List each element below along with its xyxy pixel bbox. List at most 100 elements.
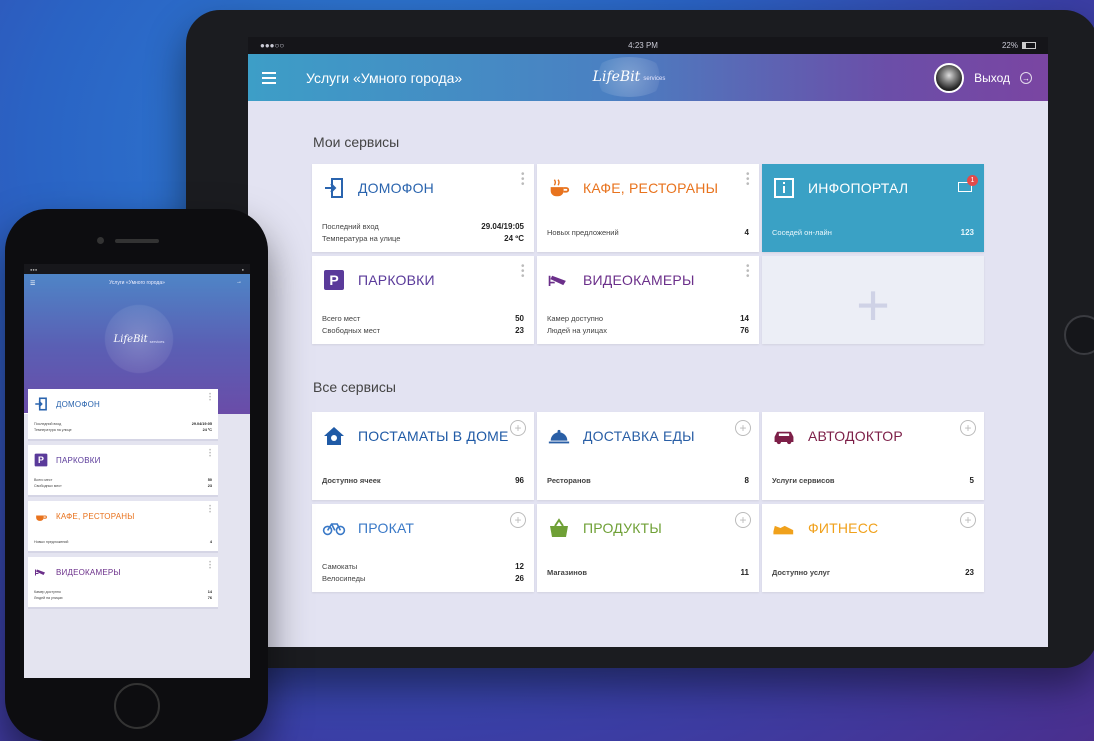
card-row: Температура на улице 24 ºC (322, 233, 524, 243)
phone-device: ●●● ● ☰ Услуги «Умного города» → LifeBit … (5, 209, 268, 741)
phone-card-parking[interactable]: P Парковки • • • Всего мест 50 Свободных ме… (28, 445, 218, 495)
phone-home-button (114, 683, 160, 729)
car-service-icon (772, 424, 796, 448)
hamburger-menu-icon[interactable] (262, 71, 276, 84)
card-row: Ресторанов 8 (547, 475, 749, 485)
add-service-button[interactable]: + (762, 256, 984, 344)
app-bar: Услуги «Умного города» LifeBit services … (248, 54, 1048, 101)
app-title: Услуги «Умного города» (306, 69, 463, 86)
door-icon (34, 397, 48, 411)
service-card-rental[interactable]: Прокат + Самокаты 12 Велосипеды 26 (312, 504, 534, 592)
card-title: Доставка еды (583, 428, 695, 444)
service-card-cameras[interactable]: Видеокамеры • • • Камер доступно 14 Людей н… (537, 256, 759, 344)
phone-speaker (115, 239, 159, 243)
phone-exit-icon[interactable]: → (236, 279, 242, 285)
service-card-products[interactable]: Продукты + Магазинов 11 (537, 504, 759, 592)
more-options-icon[interactable]: • • • (209, 504, 212, 516)
phone-status-bar: ●●● ● (24, 264, 250, 274)
all-services-title: Все сервисы (313, 379, 396, 395)
card-row: Доступно услуг 23 (772, 567, 974, 577)
info-icon (772, 176, 796, 200)
add-circle-icon[interactable]: + (510, 420, 526, 436)
phone-camera (97, 237, 104, 244)
battery-percent: 22% (1001, 41, 1018, 50)
cctv-camera-icon (547, 268, 571, 292)
card-row: Магазинов 11 (547, 567, 749, 577)
card-title: Автодоктор (808, 428, 903, 444)
add-circle-icon[interactable]: + (510, 512, 526, 528)
phone-card-cameras[interactable]: Видеокамеры • • • Камер доступно 14 Людей н… (28, 557, 218, 607)
svg-text:P: P (329, 272, 338, 288)
more-options-icon[interactable]: • • • (209, 448, 212, 460)
sneaker-icon (772, 516, 796, 540)
more-options-icon[interactable]: • • • (521, 262, 525, 282)
notification-badge: 1 (967, 175, 978, 186)
phone-card-domofon[interactable]: Домофон • • • Последний вход 29.04/19:05 Те… (28, 389, 218, 439)
card-title: Парковки (358, 272, 435, 288)
more-options-icon[interactable]: • • • (521, 170, 525, 190)
status-bar: ●●●○○ 4:23 PM 22% (248, 37, 1048, 54)
service-card-parking[interactable]: P Парковки • • • Всего мест 50 Свободных ме… (312, 256, 534, 344)
service-card-cafe[interactable]: Кафе, рестораны • • • Новых предложений 4 (537, 164, 759, 252)
card-row: Новых предложений 4 (547, 227, 749, 237)
cloche-icon (547, 424, 571, 448)
card-title: Постаматы в доме (358, 428, 509, 444)
card-title: Фитнесс (808, 520, 879, 536)
status-time: 4:23 PM (628, 41, 658, 50)
card-title: Видеокамеры (583, 272, 695, 288)
signal-indicator: ●●●○○ (260, 41, 285, 50)
more-options-icon[interactable]: • • • (209, 392, 212, 404)
user-menu[interactable]: Выход → (934, 63, 1032, 93)
card-row: Камер доступно 14 (547, 313, 749, 323)
service-card-fitness[interactable]: Фитнесс + Доступно услуг 23 (762, 504, 984, 592)
more-options-icon[interactable]: • • • (746, 170, 750, 190)
card-row: Велосипеды 26 (322, 573, 524, 583)
exit-icon[interactable]: → (1020, 72, 1032, 84)
card-title: Продукты (583, 520, 662, 536)
svg-text:P: P (38, 455, 44, 465)
battery-icon (1021, 42, 1036, 49)
card-row: Услуги сервисов 5 (772, 475, 974, 485)
service-card-domofon[interactable]: Домофон • • • Последний вход 29.04/19:05 Те… (312, 164, 534, 252)
card-row: Людей на улицах 76 (547, 325, 749, 335)
service-card-delivery[interactable]: Доставка еды + Ресторанов 8 (537, 412, 759, 500)
battery-indicator: 22% (1002, 41, 1036, 50)
bicycle-icon (322, 516, 346, 540)
card-row: Всего мест 50 (322, 313, 524, 323)
coffee-cup-icon (34, 509, 48, 523)
card-row: Доступно ячеек 96 (322, 475, 524, 485)
avatar[interactable] (934, 63, 965, 93)
basket-icon (547, 516, 571, 540)
phone-lifebit-logo: LifeBit services (104, 304, 174, 374)
phone-card-list: Домофон • • • Последний вход 29.04/19:05 Те… (28, 389, 218, 613)
plus-icon: + (856, 273, 890, 338)
add-circle-icon[interactable]: + (735, 420, 751, 436)
more-options-icon[interactable]: • • • (209, 560, 212, 572)
card-row: Свободных мест 23 (322, 325, 524, 335)
service-card-autodoctor[interactable]: Автодоктор + Услуги сервисов 5 (762, 412, 984, 500)
add-circle-icon[interactable]: + (960, 512, 976, 528)
tablet-device: ●●●○○ 4:23 PM 22% Услуги «Умного города»… (186, 10, 1094, 668)
exit-link[interactable]: Выход (974, 71, 1010, 85)
logo-text: LifeBit (592, 69, 641, 85)
more-options-icon[interactable]: • • • (746, 262, 750, 282)
tablet-screen: ●●●○○ 4:23 PM 22% Услуги «Умного города»… (248, 37, 1048, 647)
logo-subtext: services (643, 76, 666, 82)
house-icon (322, 424, 346, 448)
card-title: Кафе, рестораны (583, 180, 719, 196)
add-circle-icon[interactable]: + (960, 420, 976, 436)
phone-app-title: Услуги «Умного города» (109, 280, 165, 286)
card-row: Соседей он-лайн 123 (772, 227, 974, 237)
service-card-infoportal[interactable]: Инфопортал 1 Соседей он-лайн 123 (762, 164, 984, 252)
my-services-grid: Домофон • • • Последний вход 29.04/19:05 Те… (312, 164, 984, 344)
all-services-grid: Постаматы в доме + Доступно ячеек 96 Дост… (312, 412, 984, 592)
tablet-home-button (1064, 315, 1094, 355)
door-icon (322, 176, 346, 200)
parking-icon: P (322, 268, 346, 292)
lifebit-logo: LifeBit services (591, 57, 667, 97)
add-circle-icon[interactable]: + (735, 512, 751, 528)
card-title: Прокат (358, 520, 415, 536)
parking-icon: P (34, 453, 48, 467)
service-card-postamat[interactable]: Постаматы в доме + Доступно ячеек 96 (312, 412, 534, 500)
phone-card-cafe[interactable]: Кафе, рестораны • • • Новых предложений 4 (28, 501, 218, 551)
